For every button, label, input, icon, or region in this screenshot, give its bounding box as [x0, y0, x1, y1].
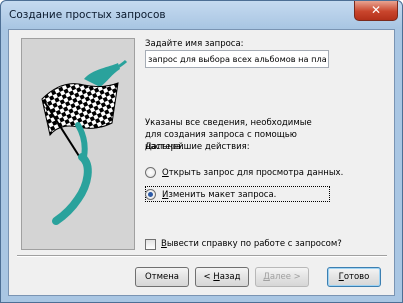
modify-design-radio[interactable]: [145, 189, 156, 200]
next-button[interactable]: Далее >: [255, 267, 309, 287]
help-checkbox-label: Вывести справку по работе с запросом?: [161, 239, 342, 249]
wizard-illustration: [21, 38, 135, 250]
back-button[interactable]: < Назад: [195, 267, 249, 287]
window-title: Создание простых запросов: [9, 9, 166, 21]
help-checkbox[interactable]: [145, 238, 156, 250]
modify-design-label: Изменить макет запроса.: [162, 189, 277, 200]
finish-button[interactable]: Готово: [327, 267, 381, 287]
cancel-button[interactable]: Отмена: [135, 267, 189, 287]
dialog-body: Задайте имя запроса: Указаны все сведени…: [8, 29, 395, 296]
dialog-window: Создание простых запросов ✕ Задайте имя …: [0, 0, 403, 303]
close-button[interactable]: ✕: [354, 1, 398, 21]
open-query-option[interactable]: Открыть запрос для просмотра данных.: [145, 165, 343, 180]
checkered-flag-icon: [41, 59, 128, 225]
open-query-radio[interactable]: [145, 167, 156, 178]
query-name-label: Задайте имя запроса:: [145, 39, 244, 49]
help-option[interactable]: Вывести справку по работе с запросом?: [145, 237, 342, 251]
modify-design-option[interactable]: Изменить макет запроса.: [145, 187, 276, 202]
next-actions-label: Дальнейшие действия:: [145, 142, 250, 152]
divider: [17, 255, 387, 257]
close-icon: ✕: [370, 3, 382, 17]
open-query-label: Открыть запрос для просмотра данных.: [162, 167, 344, 178]
query-name-input[interactable]: [145, 50, 329, 68]
title-bar[interactable]: Создание простых запросов ✕: [1, 1, 402, 28]
